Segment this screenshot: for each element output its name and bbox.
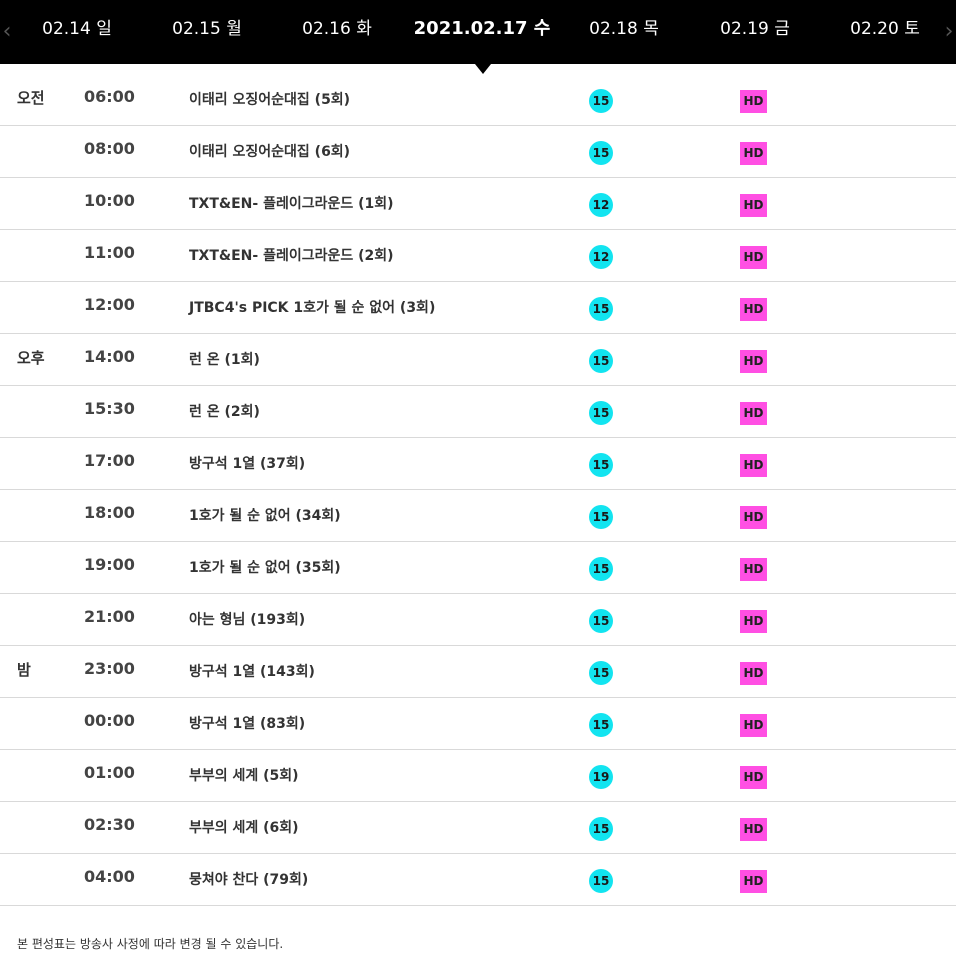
age-rating-badge: 19 bbox=[589, 765, 613, 789]
hd-badge: HD bbox=[740, 350, 767, 373]
schedule-row: 15:30 런 온 (2회) 15 HD bbox=[0, 386, 956, 438]
program-time: 12:00 bbox=[84, 295, 135, 314]
age-rating-badge: 12 bbox=[589, 245, 613, 269]
program-title: 1호가 될 순 없어 (34회) bbox=[189, 508, 341, 524]
date-tab-0214[interactable]: 02.14 일 bbox=[42, 0, 112, 64]
date-navigation-bar: ‹ 02.14 일 02.15 월 02.16 화 2021.02.17 수 0… bbox=[0, 0, 956, 64]
age-rating-badge: 15 bbox=[589, 453, 613, 477]
program-time: 21:00 bbox=[84, 607, 135, 626]
schedule-row: 12:00 JTBC4's PICK 1호가 될 순 없어 (3회) 15 HD bbox=[0, 282, 956, 334]
hd-badge: HD bbox=[740, 818, 767, 841]
date-tab-0217-active[interactable]: 2021.02.17 수 bbox=[414, 0, 551, 64]
schedule-list: 오전 06:00 이태리 오징어순대집 (5회) 15 HD 08:00 이태리 오징어순대… bbox=[0, 74, 956, 906]
schedule-row: 21:00 아는 형님 (193회) 15 HD bbox=[0, 594, 956, 646]
program-title: 부부의 세계 (6회) bbox=[189, 820, 299, 836]
program-time: 02:30 bbox=[84, 815, 135, 834]
hd-badge: HD bbox=[740, 610, 767, 633]
program-title: 런 온 (2회) bbox=[189, 404, 260, 420]
schedule-row: 밤 23:00 방구석 1열 (143회) 15 HD bbox=[0, 646, 956, 698]
hd-badge: HD bbox=[740, 870, 767, 893]
age-rating-badge: 15 bbox=[589, 141, 613, 165]
age-rating-badge: 15 bbox=[589, 869, 613, 893]
hd-badge: HD bbox=[740, 298, 767, 321]
period-label: 오후 bbox=[17, 349, 45, 367]
hd-badge: HD bbox=[740, 714, 767, 737]
chevron-right-icon[interactable]: › bbox=[942, 0, 956, 64]
age-rating-badge: 15 bbox=[589, 89, 613, 113]
date-tab-0216[interactable]: 02.16 화 bbox=[302, 0, 372, 64]
program-title: TXT&EN- 플레이그라운드 (1회) bbox=[189, 196, 394, 212]
program-title: 뭉쳐야 찬다 (79회) bbox=[189, 872, 309, 888]
hd-badge: HD bbox=[740, 506, 767, 529]
program-title: 이태리 오징어순대집 (5회) bbox=[189, 92, 351, 108]
age-rating-badge: 15 bbox=[589, 401, 613, 425]
hd-badge: HD bbox=[740, 662, 767, 685]
hd-badge: HD bbox=[740, 402, 767, 425]
schedule-row: 00:00 방구석 1열 (83회) 15 HD bbox=[0, 698, 956, 750]
age-rating-badge: 15 bbox=[589, 661, 613, 685]
age-rating-badge: 15 bbox=[589, 505, 613, 529]
schedule-notice: 본 편성표는 방송사 사정에 따라 변경 될 수 있습니다. bbox=[17, 937, 284, 951]
age-rating-badge: 15 bbox=[589, 297, 613, 321]
age-rating-badge: 15 bbox=[589, 817, 613, 841]
program-title: 방구석 1열 (143회) bbox=[189, 664, 315, 680]
schedule-row: 08:00 이태리 오징어순대집 (6회) 15 HD bbox=[0, 126, 956, 178]
hd-badge: HD bbox=[740, 454, 767, 477]
schedule-row: 19:00 1호가 될 순 없어 (35회) 15 HD bbox=[0, 542, 956, 594]
program-time: 00:00 bbox=[84, 711, 135, 730]
program-title: JTBC4's PICK 1호가 될 순 없어 (3회) bbox=[189, 300, 436, 316]
hd-badge: HD bbox=[740, 142, 767, 165]
program-time: 18:00 bbox=[84, 503, 135, 522]
schedule-row: 02:30 부부의 세계 (6회) 15 HD bbox=[0, 802, 956, 854]
program-time: 06:00 bbox=[84, 87, 135, 106]
program-time: 19:00 bbox=[84, 555, 135, 574]
program-title: TXT&EN- 플레이그라운드 (2회) bbox=[189, 248, 394, 264]
schedule-row: 01:00 부부의 세계 (5회) 19 HD bbox=[0, 750, 956, 802]
age-rating-badge: 15 bbox=[589, 713, 613, 737]
program-title: 1호가 될 순 없어 (35회) bbox=[189, 560, 341, 576]
period-label: 오전 bbox=[17, 89, 45, 107]
program-title: 방구석 1열 (83회) bbox=[189, 716, 306, 732]
period-label: 밤 bbox=[17, 661, 31, 679]
schedule-row: 17:00 방구석 1열 (37회) 15 HD bbox=[0, 438, 956, 490]
date-tab-0219[interactable]: 02.19 금 bbox=[720, 0, 790, 64]
program-time: 08:00 bbox=[84, 139, 135, 158]
program-time: 01:00 bbox=[84, 763, 135, 782]
schedule-row: 오후 14:00 런 온 (1회) 15 HD bbox=[0, 334, 956, 386]
active-date-indicator bbox=[475, 64, 491, 74]
program-title: 방구석 1열 (37회) bbox=[189, 456, 306, 472]
age-rating-badge: 15 bbox=[589, 557, 613, 581]
hd-badge: HD bbox=[740, 766, 767, 789]
program-time: 11:00 bbox=[84, 243, 135, 262]
schedule-row: 11:00 TXT&EN- 플레이그라운드 (2회) 12 HD bbox=[0, 230, 956, 282]
hd-badge: HD bbox=[740, 194, 767, 217]
program-title: 아는 형님 (193회) bbox=[189, 612, 306, 628]
date-tab-0218[interactable]: 02.18 목 bbox=[589, 0, 659, 64]
date-tab-0220[interactable]: 02.20 토 bbox=[850, 0, 920, 64]
age-rating-badge: 12 bbox=[589, 193, 613, 217]
age-rating-badge: 15 bbox=[589, 349, 613, 373]
hd-badge: HD bbox=[740, 90, 767, 113]
hd-badge: HD bbox=[740, 558, 767, 581]
program-title: 런 온 (1회) bbox=[189, 352, 260, 368]
schedule-row: 오전 06:00 이태리 오징어순대집 (5회) 15 HD bbox=[0, 74, 956, 126]
schedule-row: 10:00 TXT&EN- 플레이그라운드 (1회) 12 HD bbox=[0, 178, 956, 230]
program-title: 이태리 오징어순대집 (6회) bbox=[189, 144, 351, 160]
program-time: 15:30 bbox=[84, 399, 135, 418]
program-time: 23:00 bbox=[84, 659, 135, 678]
program-time: 14:00 bbox=[84, 347, 135, 366]
date-tab-0215[interactable]: 02.15 월 bbox=[172, 0, 242, 64]
age-rating-badge: 15 bbox=[589, 609, 613, 633]
hd-badge: HD bbox=[740, 246, 767, 269]
schedule-row: 18:00 1호가 될 순 없어 (34회) 15 HD bbox=[0, 490, 956, 542]
schedule-row: 04:00 뭉쳐야 찬다 (79회) 15 HD bbox=[0, 854, 956, 906]
program-time: 04:00 bbox=[84, 867, 135, 886]
program-time: 17:00 bbox=[84, 451, 135, 470]
program-time: 10:00 bbox=[84, 191, 135, 210]
program-title: 부부의 세계 (5회) bbox=[189, 768, 299, 784]
chevron-left-icon[interactable]: ‹ bbox=[0, 0, 14, 64]
